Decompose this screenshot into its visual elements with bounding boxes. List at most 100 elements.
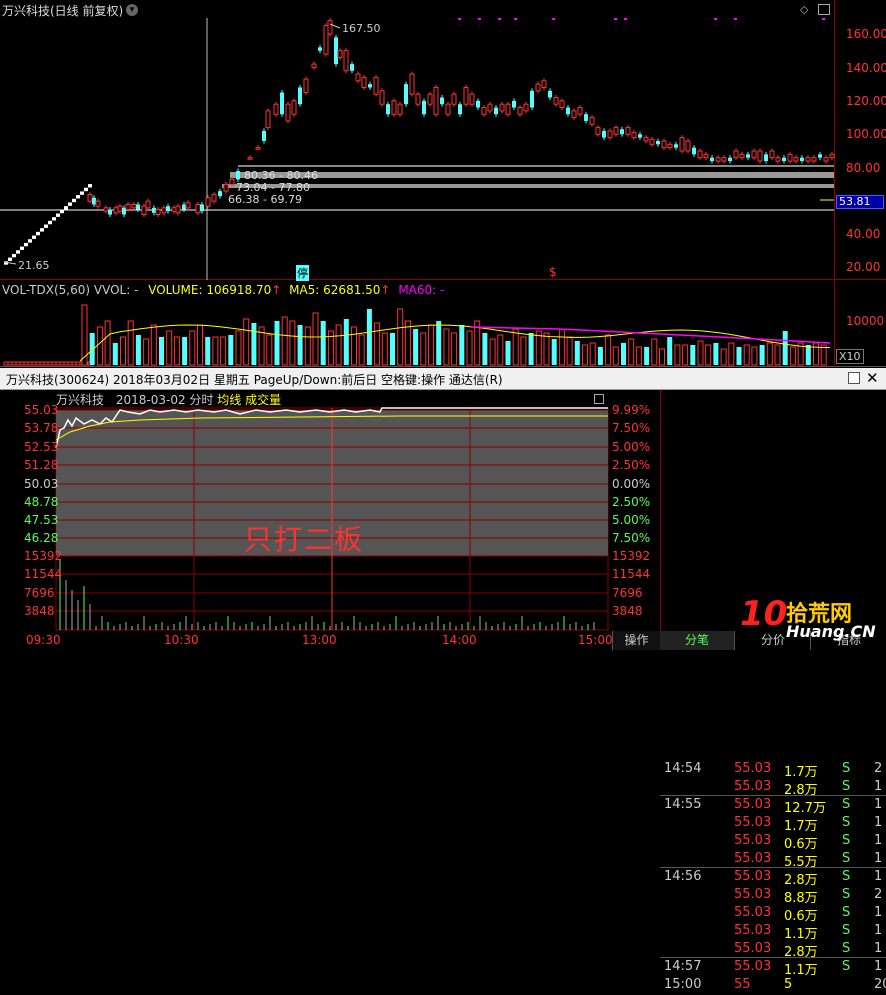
kline-candle bbox=[625, 127, 631, 135]
intraday-time-tick: 15:00 bbox=[578, 633, 613, 647]
kline-candle bbox=[769, 150, 775, 159]
intraday-time-tick: 14:00 bbox=[442, 633, 477, 647]
volume-bar bbox=[166, 330, 173, 366]
volume-panel[interactable]: VOL-TDX(5,60) VVOL: - VOLUME: 106918.70↑… bbox=[0, 281, 886, 367]
trade-time: 14:55 bbox=[664, 797, 702, 812]
dollar-marker[interactable]: $ bbox=[549, 265, 557, 279]
volume-bar bbox=[420, 332, 427, 366]
volume-bar bbox=[358, 334, 365, 366]
stock-terminal: 万兴科技(日线 前复权) ▾ ◇ 160.00 140.00 120.00 100.0… bbox=[0, 0, 886, 992]
kline-candle bbox=[368, 84, 372, 88]
volume-y-tick: 10000 bbox=[846, 314, 885, 328]
volume-bar bbox=[173, 336, 180, 366]
kline-candle bbox=[334, 37, 338, 65]
volume-bar bbox=[312, 312, 319, 366]
kline-candle bbox=[125, 203, 131, 211]
trade-count: 1 bbox=[874, 779, 883, 794]
trade-row: 14:57 55.03 1.1万 S 1 bbox=[660, 959, 886, 978]
trade-side: S bbox=[842, 905, 851, 920]
volume-bar bbox=[820, 344, 827, 366]
kline-candle bbox=[541, 80, 547, 88]
trade-count: 1 bbox=[874, 833, 883, 848]
volume-bar bbox=[397, 308, 404, 366]
kline-candle bbox=[739, 153, 745, 159]
kline-candle bbox=[141, 205, 147, 216]
kline-candle bbox=[108, 209, 112, 215]
kline-candle bbox=[685, 140, 691, 152]
volume-bar bbox=[505, 341, 511, 365]
volume-bar bbox=[212, 336, 219, 366]
kline-candle bbox=[620, 129, 624, 135]
window-titlebar[interactable]: 万兴科技(300624) 2018年03月02日 星期五 PageUp/Down… bbox=[0, 368, 886, 390]
kline-candle bbox=[103, 207, 109, 212]
volume-bar bbox=[813, 342, 819, 366]
kline-candle bbox=[674, 144, 678, 148]
kline-candle bbox=[433, 86, 439, 115]
operate-tab[interactable]: 操作 bbox=[612, 631, 660, 650]
intraday-right-tick: 5.00% bbox=[612, 440, 651, 454]
volume-bar bbox=[451, 332, 458, 366]
volume-bar bbox=[774, 344, 781, 366]
kline-candle bbox=[667, 143, 673, 149]
kline-candle bbox=[751, 150, 757, 159]
intraday-chart[interactable]: 万兴科技 2018-03-02 分时 均线 成交量 55.03 53.78 52.5… bbox=[0, 390, 660, 650]
kline-candle bbox=[692, 147, 696, 155]
trade-count: 1 bbox=[874, 869, 883, 884]
tab-fenbi[interactable]: 分笔 bbox=[660, 631, 735, 650]
trade-row: 55.03 8.8万 S 2 bbox=[660, 887, 886, 906]
kline-candle bbox=[487, 103, 493, 112]
intraday-left-tick: 48.78 bbox=[24, 495, 59, 509]
kline-candle bbox=[391, 100, 397, 115]
kline-candle bbox=[721, 157, 727, 162]
kline-candle bbox=[20, 246, 24, 250]
volume-bar bbox=[428, 324, 434, 366]
intraday-left-tick: 15392 bbox=[24, 549, 63, 563]
kline-candle bbox=[343, 50, 349, 72]
kline-candle bbox=[631, 132, 637, 139]
volume-bar bbox=[621, 343, 626, 365]
kline-candle bbox=[584, 114, 588, 121]
close-button[interactable]: ✕ bbox=[866, 369, 879, 387]
kline-candle bbox=[361, 76, 367, 88]
kline-candle bbox=[535, 83, 541, 92]
kline-candle bbox=[553, 97, 559, 105]
intraday-right-tick: 7696 bbox=[612, 586, 643, 600]
kline-candle bbox=[787, 153, 793, 162]
volume-canvas bbox=[3, 304, 831, 366]
volume-bar bbox=[159, 337, 164, 365]
kline-candle bbox=[373, 76, 379, 95]
kline-candle bbox=[458, 104, 462, 115]
kline-candle bbox=[28, 239, 32, 243]
kline-candle bbox=[145, 200, 151, 209]
intraday-right-tick: 15392 bbox=[612, 549, 651, 563]
kline-candle bbox=[117, 205, 123, 212]
volume-bar bbox=[182, 337, 188, 365]
suspend-marker[interactable]: 停 bbox=[296, 265, 309, 281]
kline-panel[interactable]: 万兴科技(日线 前复权) ▾ ◇ 160.00 140.00 120.00 100.0… bbox=[0, 0, 886, 281]
trade-time: 14:56 bbox=[664, 869, 702, 884]
kline-candle bbox=[530, 90, 534, 108]
trade-count: 1 bbox=[874, 797, 883, 812]
restore-button[interactable] bbox=[848, 372, 860, 384]
kline-candle bbox=[318, 47, 322, 51]
kline-candle bbox=[440, 97, 444, 105]
volume-bar bbox=[705, 344, 712, 366]
trade-volume: 1.7万 bbox=[784, 819, 818, 834]
volume-bar bbox=[512, 328, 519, 366]
intraday-right-tick: 11544 bbox=[612, 567, 651, 581]
kline-candle bbox=[247, 157, 253, 160]
trade-row: 14:56 55.03 2.8万 S 1 bbox=[660, 869, 886, 888]
trade-side: S bbox=[842, 959, 851, 974]
kline-candle bbox=[273, 103, 279, 115]
volume-bar bbox=[736, 347, 742, 365]
volume-bar bbox=[127, 320, 134, 366]
volume-unit: X10 bbox=[836, 349, 864, 364]
volume-bar bbox=[551, 339, 557, 365]
volume-bar bbox=[605, 334, 612, 366]
trade-price: 55 bbox=[734, 977, 751, 992]
kline-candle bbox=[764, 154, 768, 162]
intraday-left-tick: 46.28 bbox=[24, 531, 59, 545]
trade-side: S bbox=[842, 869, 851, 884]
volume-bar bbox=[667, 337, 673, 365]
kline-candle bbox=[494, 107, 498, 115]
